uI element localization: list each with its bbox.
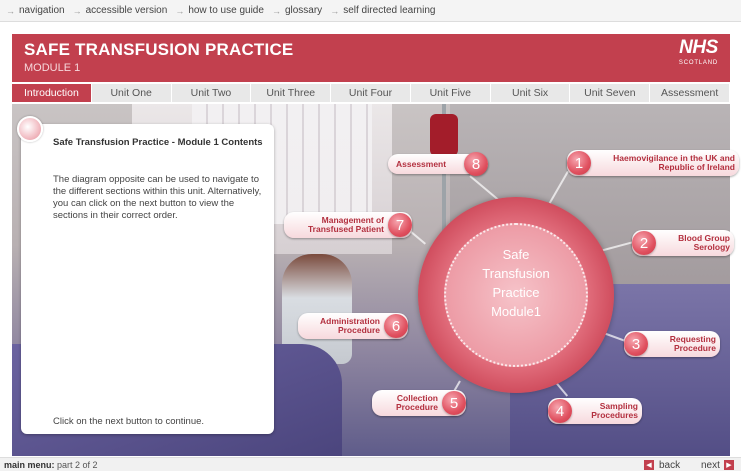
panel-instruction: Click on the next button to continue. (53, 416, 205, 427)
page-title: SAFE TRANSFUSION PRACTICE (24, 40, 294, 59)
tab-unit-five[interactable]: Unit Five (411, 84, 491, 102)
section-node-8-assessment[interactable]: Assessment 8 (388, 152, 488, 176)
node-number-badge: 3 (624, 332, 648, 356)
nhs-scotland-logo: NHS SCOTLAND (678, 37, 718, 67)
next-button-label: next (701, 459, 720, 471)
topbar-link-label: how to use guide (188, 5, 264, 16)
back-button-label: back (659, 459, 681, 471)
node-label: Blood Group Serology (678, 233, 730, 252)
hub-title-line: Module1 (491, 304, 541, 319)
node-label: Assessment (396, 158, 447, 169)
arrow-left-icon: ◀ (644, 460, 654, 470)
arrow-right-icon: → (271, 5, 281, 16)
section-node-3-requesting[interactable]: 3 Requesting Procedure (624, 331, 720, 357)
node-label: Requesting Procedure (669, 334, 716, 353)
node-label: Collection Procedure (395, 393, 438, 412)
node-number-badge: 6 (384, 314, 408, 338)
logo-subtext: SCOTLAND (678, 60, 718, 66)
utility-bar: → navigation → accessible version → how to … (0, 0, 741, 22)
arrow-right-icon: → (72, 5, 82, 16)
panel-bullet-icon (17, 116, 43, 142)
tab-introduction[interactable]: Introduction (12, 84, 92, 102)
topbar-link-glossary[interactable]: → glossary (272, 5, 322, 16)
section-node-7-management[interactable]: Management of Transfused Patient 7 (284, 212, 412, 238)
back-button[interactable]: ◀ back (644, 459, 680, 471)
page-subtitle: MODULE 1 (24, 62, 81, 74)
tab-unit-two[interactable]: Unit Two (172, 84, 252, 102)
page-header: SAFE TRANSFUSION PRACTICE MODULE 1 NHS S… (12, 34, 730, 82)
panel-description: The diagram opposite can be used to navi… (53, 174, 262, 221)
panel-title: Safe Transfusion Practice - Module 1 Con… (53, 137, 263, 148)
arrow-right-icon: → (175, 5, 185, 16)
tab-unit-three[interactable]: Unit Three (251, 84, 332, 102)
footer-bar: main menu: part 2 of 2 ◀ back next ▶ (0, 457, 741, 471)
hub-title: Safe Transfusion Practice Module1 (418, 245, 614, 321)
next-button[interactable]: next ▶ (701, 459, 734, 471)
node-label: Haemovigilance in the UK and Republic of… (613, 153, 735, 172)
tab-unit-six[interactable]: Unit Six (491, 84, 571, 102)
tab-unit-seven[interactable]: Unit Seven (570, 84, 651, 102)
topbar-link-label: glossary (284, 5, 323, 16)
section-node-2-blood-group-serology[interactable]: 2 Blood Group Serology (632, 230, 734, 256)
section-node-6-administration[interactable]: Administration Procedure 6 (298, 313, 408, 339)
topbar-link-accessible-version[interactable]: → accessible version (73, 5, 168, 16)
tab-assessment[interactable]: Assessment (650, 84, 731, 102)
node-label: Sampling Procedures (591, 401, 638, 420)
node-label: Administration Procedure (320, 316, 380, 335)
tab-unit-four[interactable]: Unit Four (331, 84, 411, 102)
hub-title-line: Safe (502, 247, 530, 262)
arrow-right-icon: ▶ (723, 460, 734, 470)
node-label: Management of Transfused Patient (307, 215, 384, 234)
blood-bag (430, 114, 458, 156)
module-hub: Safe Transfusion Practice Module1 (418, 197, 614, 393)
section-node-4-sampling[interactable]: 4 Sampling Procedures (548, 398, 642, 424)
hub-title-line: Transfusion (482, 266, 550, 281)
page-count: part 2 of 2 (54, 460, 98, 470)
hub-title-line: Practice (492, 285, 540, 300)
menu-label-bold: main menu: (4, 460, 55, 470)
node-number-badge: 7 (388, 213, 412, 237)
node-number-badge: 5 (442, 391, 466, 415)
arrow-right-icon: → (330, 5, 340, 16)
arrow-right-icon: → (6, 5, 15, 16)
page-indicator: main menu: part 2 of 2 (4, 460, 98, 470)
node-number-badge: 2 (632, 231, 656, 255)
section-node-1-haemovigilance[interactable]: 1 Haemovigilance in the UK and Republic … (567, 150, 739, 176)
topbar-link-label: accessible version (85, 5, 168, 16)
contents-info-panel: Safe Transfusion Practice - Module 1 Con… (17, 116, 274, 434)
tab-unit-one[interactable]: Unit One (92, 84, 172, 102)
topbar-link-label: navigation (19, 5, 65, 16)
node-number-badge: 4 (548, 399, 572, 423)
logo-text: NHS (679, 37, 718, 58)
topbar-link-navigation[interactable]: → navigation (6, 5, 65, 16)
topbar-link-how-to-use-guide[interactable]: → how to use guide (175, 5, 264, 16)
node-number-badge: 1 (567, 151, 591, 175)
topbar-link-self-directed-learning[interactable]: → self directed learning (330, 5, 435, 16)
node-number-badge: 8 (464, 152, 488, 176)
section-node-5-collection[interactable]: Collection Procedure 5 (372, 390, 466, 416)
topbar-link-label: self directed learning (343, 5, 436, 16)
unit-tabs: Introduction Unit One Unit Two Unit Thre… (12, 84, 731, 102)
